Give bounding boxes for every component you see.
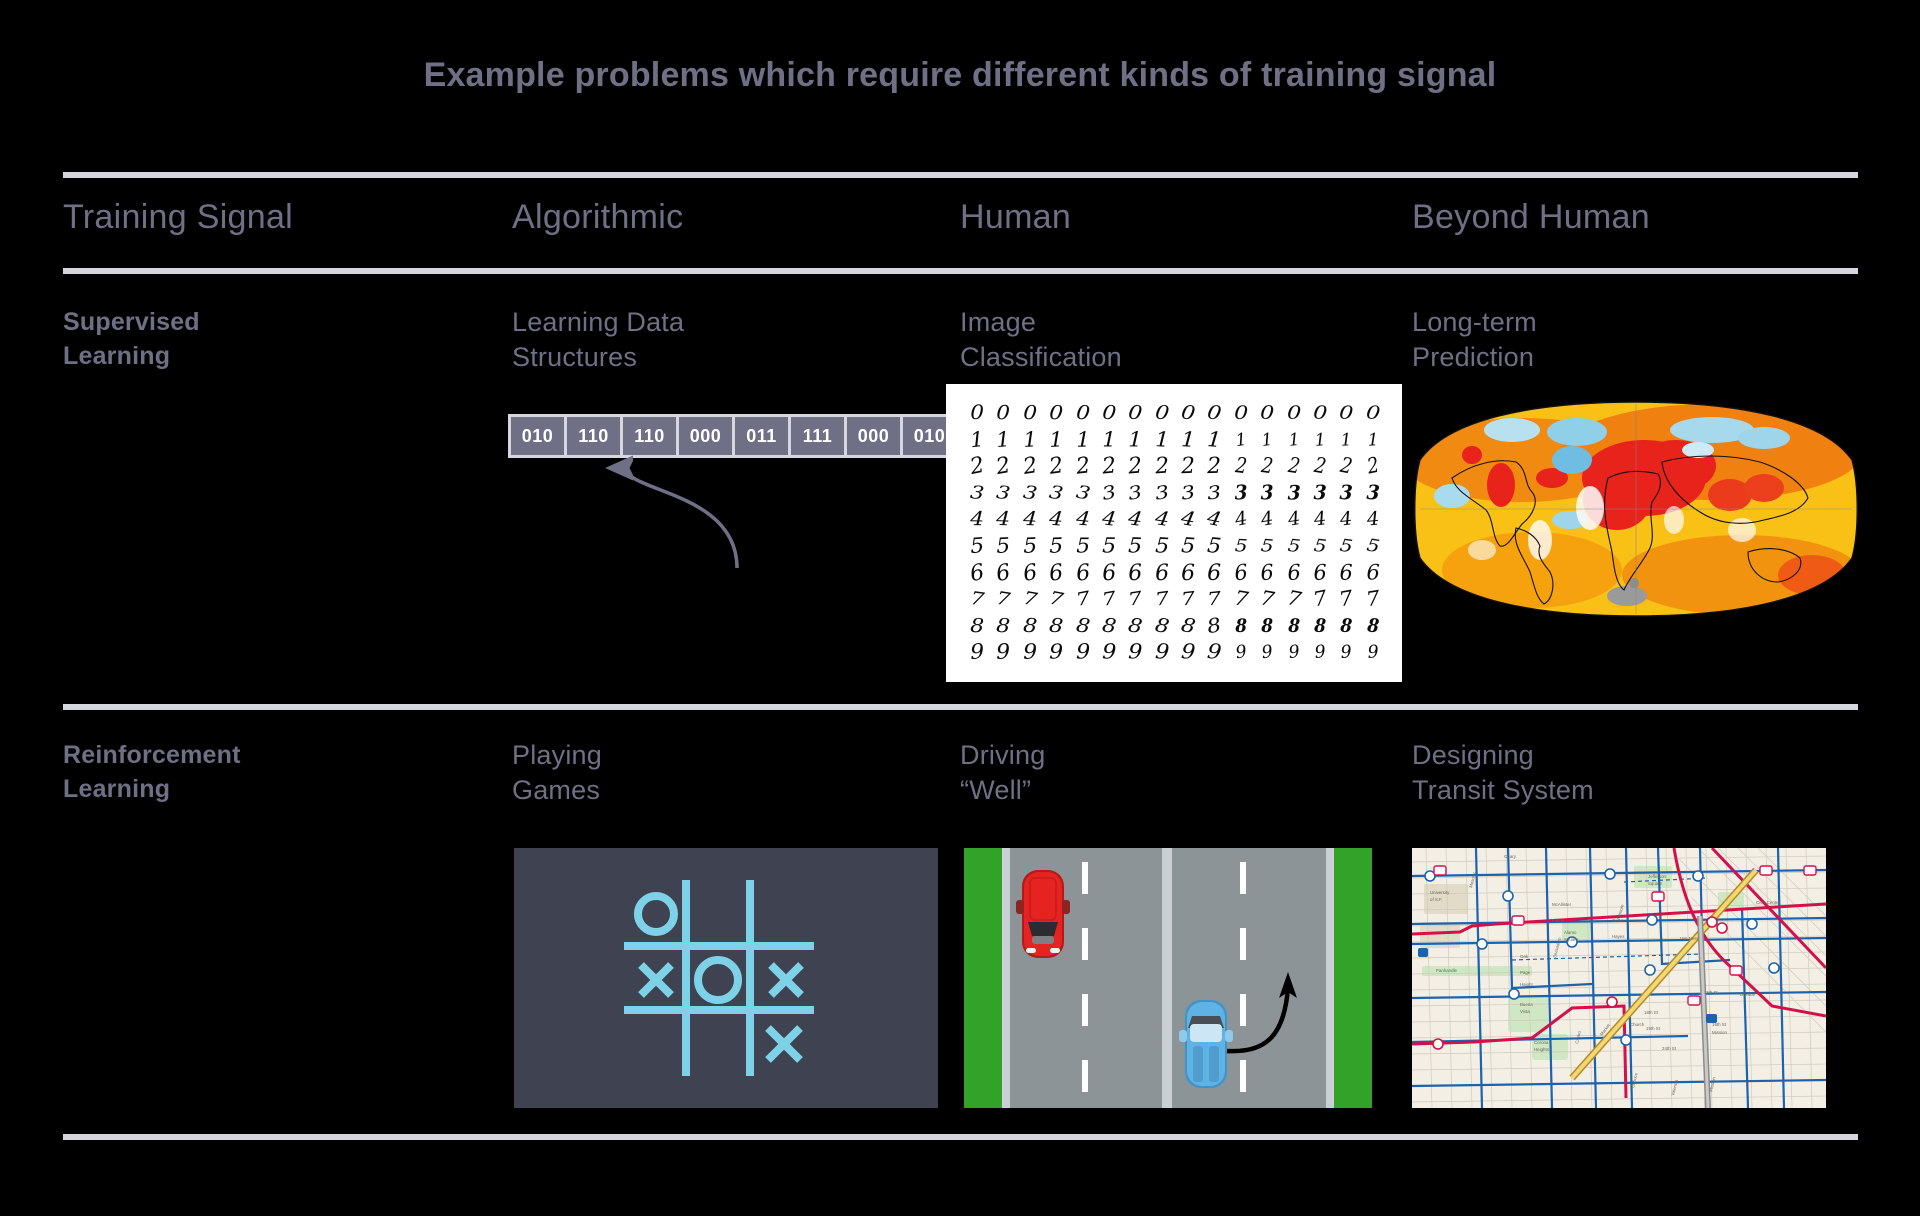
mnist-digit: 8 bbox=[1313, 614, 1327, 637]
binary-array-arrow bbox=[508, 452, 739, 569]
mnist-digit: 3 bbox=[1365, 480, 1381, 505]
svg-text:Hayes: Hayes bbox=[1612, 934, 1625, 939]
mnist-digit: 3 bbox=[1260, 480, 1275, 505]
column-header-beyond-human: Beyond Human bbox=[1412, 198, 1650, 236]
mnist-digit: 2 bbox=[1260, 452, 1275, 479]
svg-text:24th St: 24th St bbox=[1662, 1046, 1677, 1051]
binary-array-cell[interactable]: 000 bbox=[679, 417, 732, 455]
svg-text:Alamo: Alamo bbox=[1564, 930, 1577, 935]
cell-title-long-term-prediction: Long-term Prediction bbox=[1412, 307, 1537, 373]
svg-text:Haight: Haight bbox=[1520, 982, 1533, 987]
cell-title-image-classification: Image Classification bbox=[960, 307, 1122, 373]
divider-row bbox=[63, 704, 1858, 710]
cell-title-playing-games: Playing Games bbox=[512, 740, 602, 806]
binary-array-cell[interactable]: 000 bbox=[847, 417, 900, 455]
svg-text:Civic Center: Civic Center bbox=[1756, 900, 1780, 905]
mnist-digit: 3 bbox=[1339, 480, 1354, 505]
svg-text:Fulton: Fulton bbox=[1552, 918, 1565, 923]
svg-text:Division: Division bbox=[1740, 992, 1756, 997]
mnist-digit: 9 bbox=[1366, 641, 1379, 663]
mnist-digit: 8 bbox=[1261, 614, 1274, 637]
car-blue bbox=[1179, 1000, 1233, 1088]
mnist-digit: 8 bbox=[1287, 614, 1300, 637]
svg-text:McAllister: McAllister bbox=[1552, 902, 1572, 907]
svg-text:18th St: 18th St bbox=[1644, 1010, 1659, 1015]
svg-text:Square: Square bbox=[1648, 881, 1663, 886]
mnist-digit: 4 bbox=[1365, 507, 1380, 531]
grass-left bbox=[964, 848, 1002, 1108]
mnist-digit: 0 bbox=[1364, 401, 1382, 425]
svg-text:Geary: Geary bbox=[1504, 854, 1517, 859]
svg-text:Square: Square bbox=[1564, 937, 1579, 942]
svg-text:of S.F.: of S.F. bbox=[1430, 897, 1442, 902]
binary-array-cell[interactable]: 111 bbox=[791, 417, 844, 455]
binary-array-cell[interactable]: 110 bbox=[567, 417, 620, 455]
divider-header bbox=[63, 268, 1858, 274]
mnist-digit: 3 bbox=[1287, 481, 1301, 505]
mnist-digit: 4 bbox=[1338, 507, 1354, 531]
mnist-digit: 8 bbox=[1339, 614, 1354, 637]
mnist-digit: 8 bbox=[1366, 614, 1380, 637]
mnist-digit: 2 bbox=[1233, 453, 1249, 479]
svg-text:Vista: Vista bbox=[1520, 1009, 1530, 1014]
mnist-digit: 5 bbox=[1233, 535, 1248, 557]
mnist-digit: 9 bbox=[1340, 641, 1353, 663]
svg-text:19th St: 19th St bbox=[1646, 1026, 1661, 1031]
binary-array-cell[interactable]: 110 bbox=[623, 417, 676, 455]
mnist-digit-grid-figure: 0000000000000000111111111111111122222222… bbox=[946, 384, 1402, 682]
cell-title-designing-transit-system: Designing Transit System bbox=[1412, 740, 1594, 806]
mnist-digit: 8 bbox=[1235, 614, 1247, 637]
column-header-algorithmic: Algorithmic bbox=[512, 198, 684, 236]
cell-title-driving-well: Driving “Well” bbox=[960, 740, 1046, 806]
binary-array-cell[interactable]: 011 bbox=[735, 417, 788, 455]
binary-array-cell[interactable]: 010 bbox=[511, 417, 564, 455]
svg-text:Buena: Buena bbox=[1520, 1002, 1533, 1007]
mnist-digit: 7 bbox=[1364, 586, 1382, 612]
svg-text:Panhandle: Panhandle bbox=[1436, 968, 1458, 973]
column-header-training-signal: Training Signal bbox=[63, 198, 294, 236]
divider-top bbox=[63, 172, 1858, 178]
mnist-digit: 9 bbox=[1286, 641, 1301, 663]
svg-text:Van Ness: Van Ness bbox=[1680, 936, 1700, 941]
svg-text:Page: Page bbox=[1520, 970, 1531, 975]
svg-text:University: University bbox=[1430, 890, 1450, 895]
svg-text:Jefferson: Jefferson bbox=[1648, 874, 1667, 879]
mnist-digit: 2 bbox=[1286, 452, 1302, 479]
city-transit-map: Geary Masonic McAllister Fulton Grove Ha… bbox=[1412, 848, 1826, 1108]
grass-right bbox=[1334, 848, 1372, 1108]
mnist-digit: 2 bbox=[1207, 452, 1222, 479]
divider-bottom bbox=[63, 1134, 1858, 1140]
mnist-grid: 0000000000000000111111111111111122222222… bbox=[964, 400, 1386, 666]
mnist-digit: 9 bbox=[1260, 641, 1275, 664]
tic-tac-toe-board bbox=[514, 848, 938, 1108]
global-temperature-anomaly-map bbox=[1412, 400, 1860, 618]
svg-text:Heights: Heights bbox=[1534, 1047, 1550, 1052]
column-header-human: Human bbox=[960, 198, 1072, 236]
row-label-supervised-learning: Supervised Learning bbox=[63, 308, 200, 370]
svg-text:Mission: Mission bbox=[1712, 1030, 1727, 1035]
mnist-digit: 9 bbox=[1233, 641, 1248, 664]
row-label-reinforcement-learning: Reinforcement Learning bbox=[63, 741, 241, 803]
mnist-digit: 3 bbox=[1313, 480, 1327, 505]
cell-title-learning-data-structures: Learning Data Structures bbox=[512, 307, 685, 373]
mnist-digit: 5 bbox=[1260, 535, 1275, 557]
svg-text:Corona: Corona bbox=[1534, 1040, 1549, 1045]
svg-text:Church: Church bbox=[1630, 1022, 1645, 1027]
car-red bbox=[1016, 870, 1070, 958]
mnist-digit: 5 bbox=[1364, 534, 1381, 557]
mnist-digit: 9 bbox=[1313, 641, 1327, 663]
slide-root: Example problems which require different… bbox=[0, 0, 1920, 1216]
page-title: Example problems which require different… bbox=[423, 56, 1497, 94]
svg-text:16th St: 16th St bbox=[1712, 1022, 1727, 1027]
road-overhead-view bbox=[964, 848, 1372, 1108]
svg-text:Oak: Oak bbox=[1520, 954, 1529, 959]
svg-text:11th St: 11th St bbox=[1704, 990, 1718, 995]
